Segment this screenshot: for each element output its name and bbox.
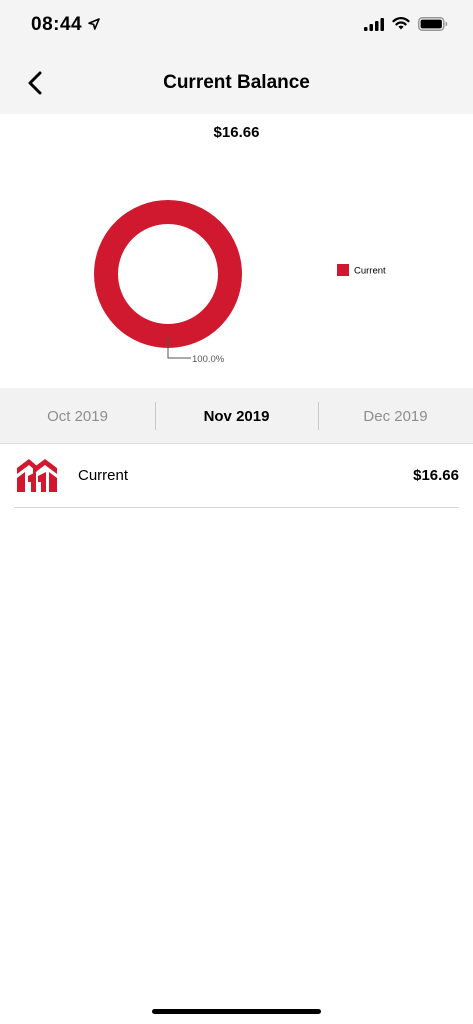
wifi-icon [392, 17, 410, 30]
tab-prev-month[interactable]: Oct 2019 [0, 388, 155, 444]
tab-divider [155, 402, 156, 430]
legend-swatch [337, 264, 349, 276]
status-time: 08:44 [31, 14, 83, 35]
donut-chart: 100.0% Current [94, 200, 386, 365]
nav-bar: Current Balance [0, 52, 473, 114]
legend-label: Current [354, 266, 386, 277]
balance-total: $16.66 [213, 124, 260, 141]
location-arrow-icon [88, 18, 100, 30]
status-bar: 08:44 [0, 0, 473, 52]
account-row[interactable]: Current $16.66 [14, 445, 459, 508]
bank-logo-icon [17, 459, 57, 492]
month-selector: Oct 2019 Nov 2019 Dec 2019 [0, 388, 473, 444]
account-name: Current [78, 467, 129, 484]
battery-icon [418, 17, 448, 31]
tab-current-month[interactable]: Nov 2019 [159, 388, 314, 444]
signal-icon [364, 18, 384, 31]
slice-percent-label: 100.0% [192, 354, 225, 365]
home-indicator[interactable] [152, 1009, 321, 1014]
account-amount: $16.66 [413, 467, 459, 484]
donut-slice-current [94, 200, 242, 348]
chart-area: 100.0% Current $16.66 [0, 114, 473, 388]
page-title: Current Balance [163, 72, 310, 93]
chart-slices [94, 200, 242, 348]
tab-next-month[interactable]: Dec 2019 [318, 388, 473, 444]
